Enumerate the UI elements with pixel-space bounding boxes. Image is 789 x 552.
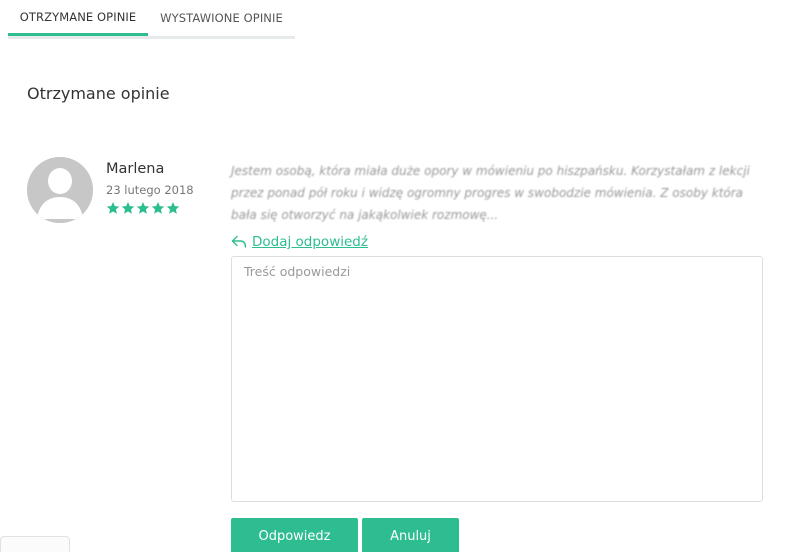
- reply-arrow-icon: [231, 235, 247, 248]
- review-text: Jestem osobą, która miała duże opory w m…: [231, 164, 750, 222]
- add-reply-label: Dodaj odpowiedź: [252, 234, 368, 250]
- avatar: [27, 157, 93, 223]
- section-title: Otrzymane opinie: [27, 84, 170, 103]
- user-silhouette-icon: [27, 157, 93, 223]
- submit-reply-button[interactable]: Odpowiedz: [231, 518, 358, 552]
- reviewer-name: Marlena: [106, 161, 165, 177]
- cancel-button[interactable]: Anuluj: [362, 518, 459, 552]
- reviews-page: OTRZYMANE OPINIE WYSTAWIONE OPINIE Otrzy…: [0, 0, 789, 552]
- add-reply-link[interactable]: Dodaj odpowiedź: [231, 234, 368, 250]
- tab-received-reviews[interactable]: OTRZYMANE OPINIE: [8, 0, 148, 36]
- star-icon: [136, 202, 150, 214]
- tab-given-reviews[interactable]: WYSTAWIONE OPINIE: [148, 0, 295, 36]
- review-date: 23 lutego 2018: [106, 183, 194, 197]
- star-icon: [166, 202, 180, 214]
- star-icon: [151, 202, 165, 214]
- star-icon: [106, 202, 120, 214]
- partial-panel: [0, 536, 70, 552]
- reviews-tabs: OTRZYMANE OPINIE WYSTAWIONE OPINIE: [8, 0, 295, 39]
- star-icon: [121, 202, 135, 214]
- star-rating: [106, 201, 180, 215]
- reply-textarea[interactable]: [231, 256, 763, 502]
